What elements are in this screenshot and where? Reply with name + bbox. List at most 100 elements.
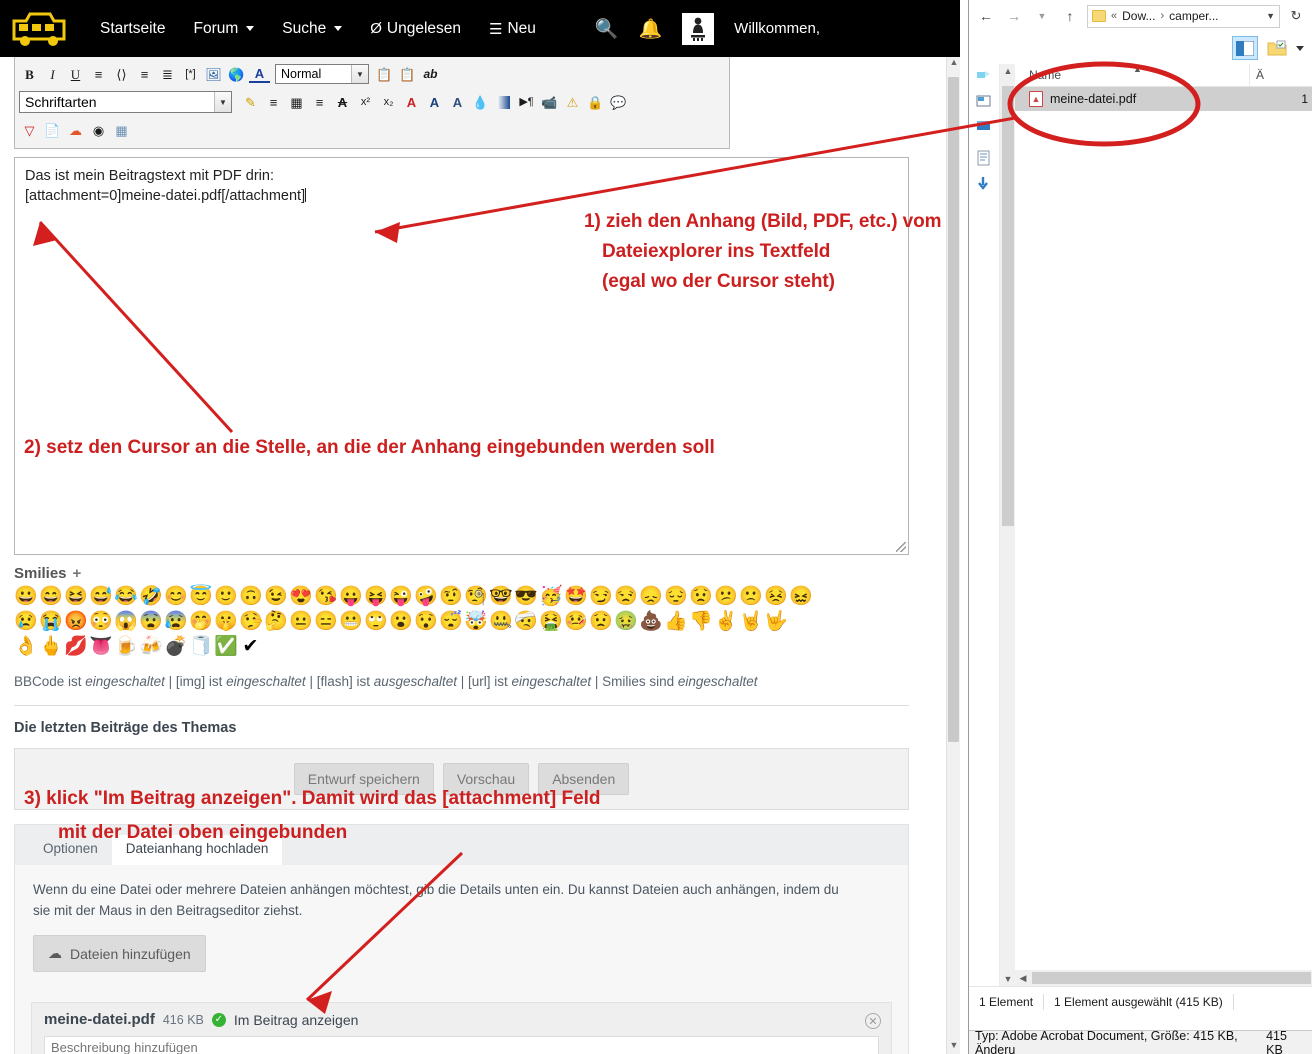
smilie-2-28[interactable]: 👎 xyxy=(689,612,713,631)
scroll-up-arrow[interactable]: ▲ xyxy=(947,57,960,71)
copy-icon[interactable]: 📋 xyxy=(374,64,395,85)
nav-suche[interactable]: Suche xyxy=(268,20,356,38)
smilie-1-25[interactable]: 😒 xyxy=(614,587,638,606)
chevron-down-icon[interactable] xyxy=(1296,45,1304,51)
ab-icon[interactable]: ab xyxy=(420,64,441,85)
smilie-1-30[interactable]: 🙁 xyxy=(739,587,763,606)
add-files-button[interactable]: ☁ Dateien hinzufügen xyxy=(33,935,206,972)
smilie-1-32[interactable]: 😖 xyxy=(789,587,813,606)
tab-optionen[interactable]: Optionen xyxy=(29,835,112,865)
smilie-2-18[interactable]: 😴 xyxy=(439,612,463,631)
table-icon[interactable]: ▦ xyxy=(111,120,132,141)
tree-scroll-up-arrow[interactable]: ▲ xyxy=(1000,66,1016,76)
smilie-3-1[interactable]: 👌 xyxy=(14,637,38,656)
smilie-1-1[interactable]: 😀 xyxy=(14,587,38,606)
smilie-2-4[interactable]: 😳 xyxy=(89,612,113,631)
info-icon[interactable]: 📄 xyxy=(42,120,63,141)
smilie-3-3[interactable]: 💋 xyxy=(64,637,88,656)
subscript-icon[interactable]: x₂ xyxy=(378,92,399,113)
smilie-2-30[interactable]: 🤘 xyxy=(739,612,763,631)
preview-pane-icon[interactable] xyxy=(1232,36,1258,60)
align-right-icon[interactable]: ≡ xyxy=(309,92,330,113)
smilie-2-2[interactable]: 😭 xyxy=(39,612,63,631)
droplet-icon[interactable]: 💧 xyxy=(470,92,491,113)
nav-neu[interactable]: ☰ Neu xyxy=(475,20,550,38)
smilie-1-15[interactable]: 😝 xyxy=(364,587,388,606)
tree-scrollbar[interactable]: ▲ ▼ xyxy=(999,64,1015,986)
remove-attachment-icon[interactable]: ✕ xyxy=(865,1013,881,1029)
tree-scroll-down-arrow[interactable]: ▼ xyxy=(1000,974,1016,984)
smilies-add-icon[interactable]: + xyxy=(73,565,82,582)
smilie-1-13[interactable]: 😘 xyxy=(314,587,338,606)
nav-startseite[interactable]: Startseite xyxy=(86,20,179,38)
ordered-list-icon[interactable]: ≣ xyxy=(157,64,178,85)
smilie-2-19[interactable]: 🤯 xyxy=(464,612,488,631)
textarea-resize-handle[interactable] xyxy=(896,542,906,552)
smilie-2-10[interactable]: 🤥 xyxy=(239,612,263,631)
style-select[interactable]: Normal ▼ xyxy=(275,64,369,84)
attachment-description-input[interactable] xyxy=(44,1036,879,1054)
youtube-icon[interactable]: ▽ xyxy=(19,120,40,141)
smilie-2-20[interactable]: 🤐 xyxy=(489,612,513,631)
code-icon[interactable]: ⟨⟩ xyxy=(111,64,132,85)
upload-icon[interactable]: ☁ xyxy=(65,120,86,141)
smilie-1-26[interactable]: 😞 xyxy=(639,587,663,606)
underline-icon[interactable]: U xyxy=(65,64,86,85)
page-scrollbar[interactable]: ▲ ▼ xyxy=(946,57,960,1054)
smilie-2-14[interactable]: 😬 xyxy=(339,612,363,631)
smilie-2-25[interactable]: 🤢 xyxy=(614,612,638,631)
hscroll-thumb[interactable] xyxy=(1032,972,1311,984)
smilie-2-26[interactable]: 💩 xyxy=(639,612,663,631)
smilie-1-31[interactable]: 😣 xyxy=(764,587,788,606)
smilie-1-28[interactable]: 😟 xyxy=(689,587,713,606)
smilie-3-2[interactable]: 🖕 xyxy=(39,637,63,656)
tab-dateianhang-hochladen[interactable]: Dateianhang hochladen xyxy=(111,835,283,865)
column-header-other[interactable]: Ä xyxy=(1250,68,1264,82)
quick-access-icon[interactable] xyxy=(975,70,993,86)
submit-button[interactable]: Absenden xyxy=(538,763,630,795)
smilie-2-1[interactable]: 😢 xyxy=(14,612,38,631)
align-center-icon[interactable]: ▦ xyxy=(286,92,307,113)
smilie-2-21[interactable]: 🤕 xyxy=(514,612,538,631)
smilie-2-22[interactable]: 🤮 xyxy=(539,612,563,631)
smilie-1-20[interactable]: 🤓 xyxy=(489,587,513,606)
gradient-icon[interactable] xyxy=(493,92,514,113)
image-icon[interactable]: 🖼 xyxy=(203,64,224,85)
warning-icon[interactable]: ⚠ xyxy=(562,92,583,113)
smilie-1-2[interactable]: 😄 xyxy=(39,587,63,606)
navigation-tree-pane[interactable] xyxy=(969,64,999,986)
font-color-icon[interactable]: A xyxy=(249,66,270,83)
smilie-1-18[interactable]: 🤨 xyxy=(439,587,463,606)
back-arrow-icon[interactable]: ← xyxy=(975,5,997,27)
scroll-down-arrow[interactable]: ▼ xyxy=(947,1040,960,1054)
smilie-2-15[interactable]: 🙄 xyxy=(364,612,388,631)
smilie-1-29[interactable]: 😕 xyxy=(714,587,738,606)
smilie-1-7[interactable]: 😊 xyxy=(164,587,188,606)
smilie-1-19[interactable]: 🧐 xyxy=(464,587,488,606)
hscroll-left-arrow[interactable]: ◀ xyxy=(1015,973,1031,984)
forward-arrow-icon[interactable]: → xyxy=(1003,5,1025,27)
smilie-2-24[interactable]: 😟 xyxy=(589,612,613,631)
documents-icon[interactable] xyxy=(975,150,993,166)
rtl-icon[interactable]: ▶¶ xyxy=(516,92,537,113)
tooltip-icon[interactable]: 💬 xyxy=(608,92,629,113)
smilie-2-17[interactable]: 😯 xyxy=(414,612,438,631)
smilie-1-9[interactable]: 🙂 xyxy=(214,587,238,606)
preview-button[interactable]: Vorschau xyxy=(442,763,530,795)
smilie-2-3[interactable]: 😡 xyxy=(64,612,88,631)
font-select[interactable]: Schriftarten ▼ xyxy=(19,91,232,113)
new-folder-icon[interactable] xyxy=(1264,36,1290,60)
smilie-3-4[interactable]: 👅 xyxy=(89,637,113,656)
smilie-1-23[interactable]: 🤩 xyxy=(564,587,588,606)
smilie-3-10[interactable]: ✔ xyxy=(239,637,262,656)
align-left-icon[interactable]: ≡ xyxy=(263,92,284,113)
smilie-2-31[interactable]: 🤟 xyxy=(764,612,788,631)
font-color-red-icon[interactable]: A xyxy=(401,92,422,113)
spellcheck-icon[interactable]: ✎ xyxy=(240,92,261,113)
smilie-2-5[interactable]: 😱 xyxy=(114,612,138,631)
breadcrumb-downloads[interactable]: Dow... xyxy=(1122,9,1155,23)
smilie-1-11[interactable]: 😉 xyxy=(264,587,288,606)
address-bar[interactable]: « Dow... › camper... ▼ xyxy=(1087,4,1280,28)
smilie-1-8[interactable]: 😇 xyxy=(189,587,213,606)
downloads-icon[interactable] xyxy=(975,118,993,134)
